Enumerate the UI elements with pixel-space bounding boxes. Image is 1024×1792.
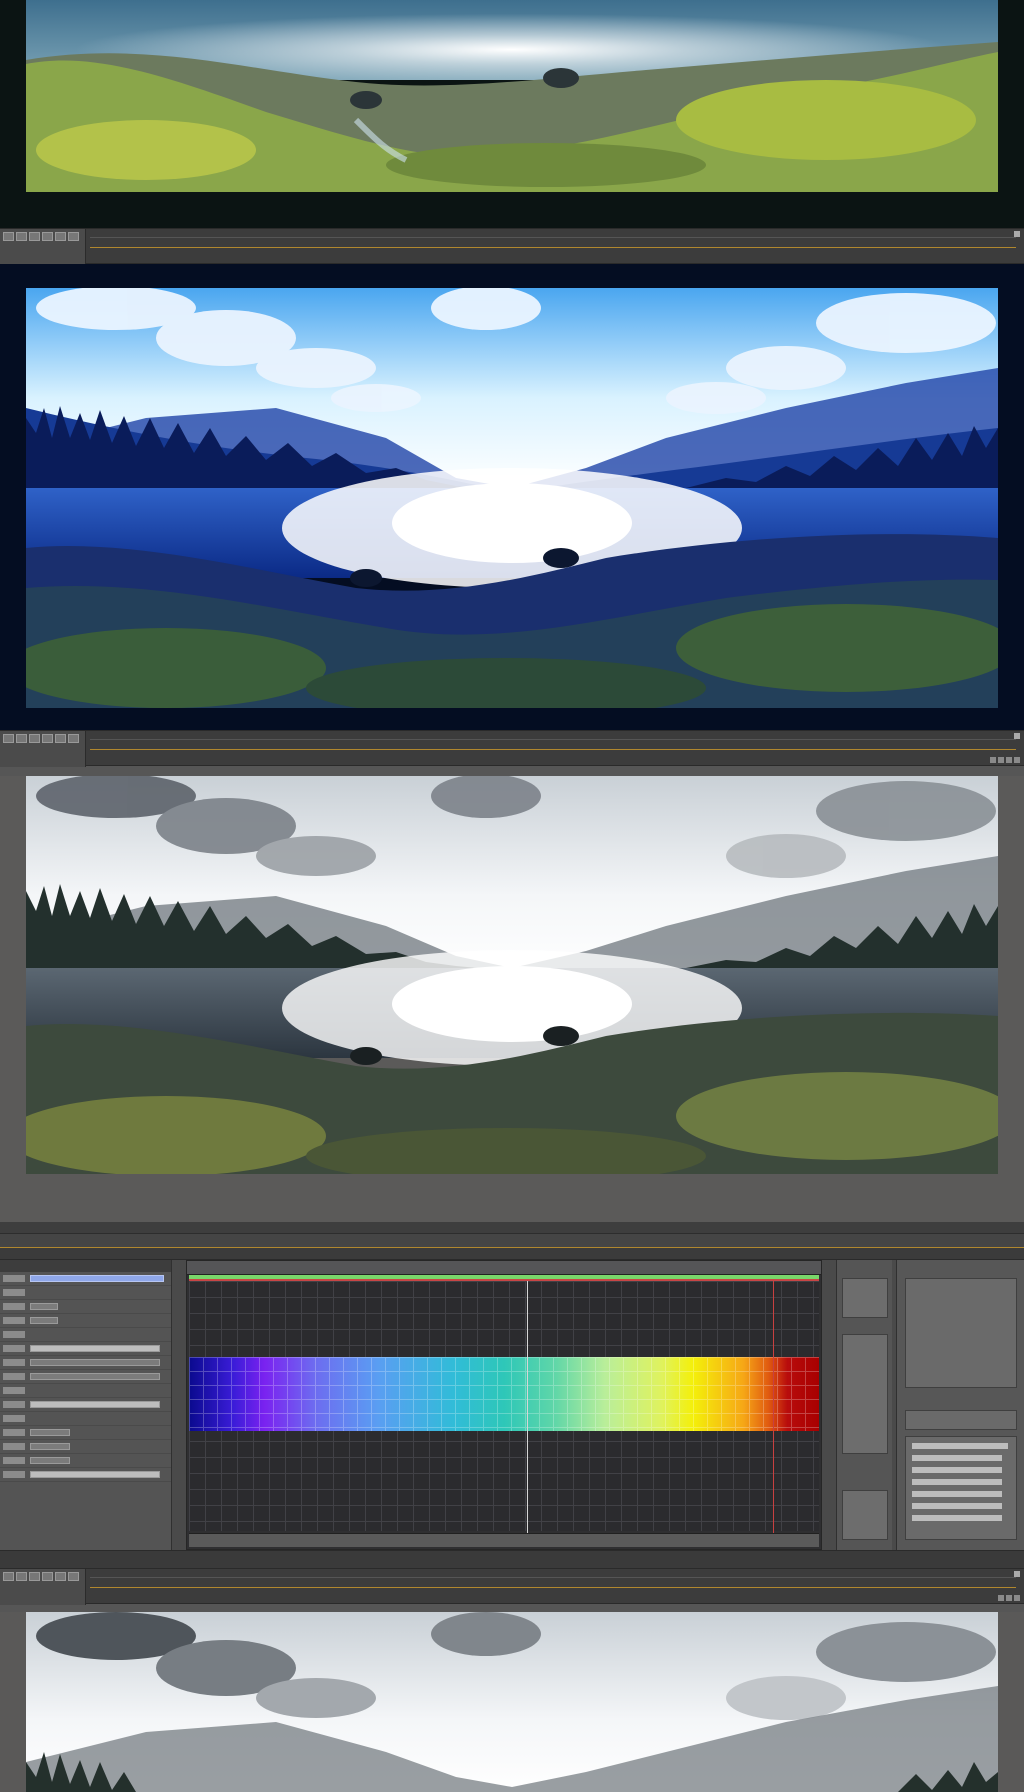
time-track[interactable] <box>90 1587 1016 1588</box>
panel-toggle-icon[interactable] <box>3 1572 14 1581</box>
image-frame-4 <box>0 1612 1024 1792</box>
screen <box>0 0 1024 1792</box>
app-toolbar-3 <box>0 1568 1024 1605</box>
image-frame-1 <box>0 0 1024 228</box>
property-field[interactable] <box>30 1429 70 1436</box>
record-icon[interactable] <box>16 1572 27 1581</box>
time-track[interactable] <box>90 247 1016 248</box>
layers-panel <box>896 1260 1024 1550</box>
record-icon[interactable] <box>16 734 27 743</box>
blend-controls[interactable] <box>905 1410 1017 1430</box>
toolbar-tools <box>0 731 86 767</box>
properties-panel-header <box>0 1260 171 1272</box>
layers-icon[interactable] <box>55 734 66 743</box>
lock-icon[interactable] <box>68 1572 79 1581</box>
playhead[interactable] <box>527 1281 528 1545</box>
toolbar-tools <box>0 1569 86 1605</box>
editor-workspace <box>0 1222 1024 1568</box>
app-toolbar-2 <box>0 730 1024 767</box>
preview-box <box>842 1334 888 1454</box>
close-icon[interactable] <box>1014 231 1020 237</box>
selected-property-field[interactable] <box>30 1275 164 1282</box>
lake-landscape-blue-tint <box>26 288 998 708</box>
settings-icon[interactable] <box>29 734 40 743</box>
time-track[interactable] <box>90 749 1016 750</box>
tool-options-bar <box>0 1248 1024 1260</box>
image-frame-2 <box>0 264 1024 730</box>
settings-icon[interactable] <box>29 232 40 241</box>
property-slider[interactable] <box>30 1401 160 1408</box>
lock-icon[interactable] <box>68 232 79 241</box>
timeline-ruler[interactable] <box>187 1261 821 1275</box>
image-frame-3 <box>0 776 1024 1222</box>
settings-icon[interactable] <box>29 1572 40 1581</box>
tools-panel <box>836 1260 892 1550</box>
grid-icon[interactable] <box>42 734 53 743</box>
property-field[interactable] <box>30 1317 58 1324</box>
property-field[interactable] <box>30 1303 58 1310</box>
close-icon[interactable] <box>1014 733 1020 739</box>
lake-landscape-natural <box>26 0 998 192</box>
property-slider[interactable] <box>30 1345 160 1352</box>
layers-icon[interactable] <box>55 232 66 241</box>
lake-landscape-desaturated <box>26 776 998 1174</box>
property-field[interactable] <box>30 1457 70 1464</box>
grid-icon[interactable] <box>42 1572 53 1581</box>
panel-toggle-icon[interactable] <box>3 232 14 241</box>
toolbar-tools <box>0 229 86 265</box>
property-field[interactable] <box>30 1443 70 1450</box>
tool-buttons[interactable] <box>842 1490 888 1540</box>
property-field[interactable] <box>30 1359 160 1366</box>
history-list[interactable] <box>905 1436 1017 1540</box>
property-field[interactable] <box>30 1373 160 1380</box>
properties-panel <box>0 1260 172 1550</box>
end-marker[interactable] <box>773 1281 774 1545</box>
layers-icon[interactable] <box>55 1572 66 1581</box>
tool-buttons[interactable] <box>842 1278 888 1318</box>
lake-landscape-bright <box>26 1612 998 1792</box>
lock-icon[interactable] <box>68 734 79 743</box>
app-toolbar-1 <box>0 228 1024 265</box>
layer-list[interactable] <box>905 1278 1017 1388</box>
menu-bar[interactable] <box>0 1222 1024 1234</box>
grid-icon[interactable] <box>42 232 53 241</box>
timeline-scrollbar[interactable] <box>189 1533 819 1547</box>
panel-toggle-icon[interactable] <box>3 734 14 743</box>
record-icon[interactable] <box>16 232 27 241</box>
status-bar <box>0 1550 1024 1568</box>
options-bar <box>0 1234 1024 1248</box>
close-icon[interactable] <box>1014 1571 1020 1577</box>
timeline-panel[interactable] <box>186 1260 822 1550</box>
property-slider[interactable] <box>30 1471 160 1478</box>
